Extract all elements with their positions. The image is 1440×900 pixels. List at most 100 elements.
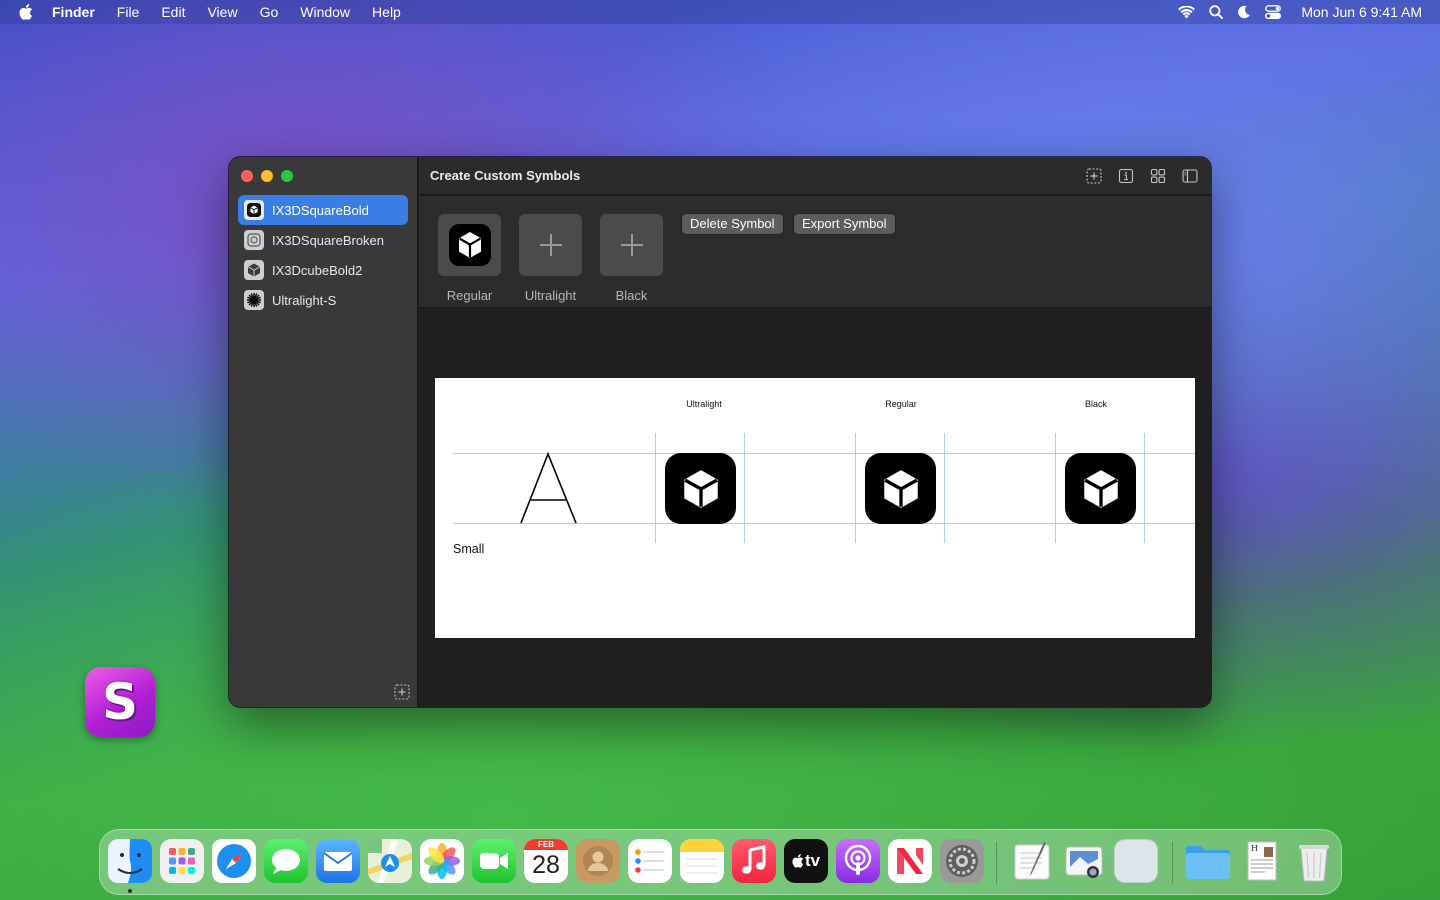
menu-file[interactable]: File (106, 4, 151, 20)
dock-calendar-icon[interactable]: FEB 28 (524, 839, 568, 883)
preview-symbol-regular (865, 453, 936, 524)
calendar-month: FEB (524, 839, 568, 850)
window-titlebar: Create Custom Symbols (419, 157, 1211, 195)
delete-symbol-button[interactable]: Delete Symbol (682, 214, 783, 234)
symbol-item-ix3dcubebold2[interactable]: IX3DcubeBold2 (238, 255, 408, 285)
dock-notes-icon[interactable] (680, 839, 724, 883)
apple-menu-icon[interactable] (0, 4, 52, 20)
symbol-item-ix3dsquarebold[interactable]: IX3DSquareBold (238, 195, 408, 225)
dock-music-icon[interactable] (732, 839, 776, 883)
weight-tile-regular[interactable] (438, 214, 501, 276)
cube-symbol-icon (244, 200, 264, 220)
menu-window[interactable]: Window (289, 4, 361, 20)
cube-symbol-icon (683, 469, 718, 508)
menu-edit[interactable]: Edit (150, 4, 196, 20)
dock-podcasts-icon[interactable] (836, 839, 880, 883)
dock-downloads-folder-icon[interactable] (1184, 839, 1230, 883)
close-button[interactable] (241, 170, 253, 182)
dock-news-icon[interactable] (888, 839, 932, 883)
dock-textedit-icon[interactable] (1010, 839, 1054, 883)
window-controls (241, 170, 293, 182)
create-custom-symbols-window: IX3DSquareBold IX3DSquareBroken IX3Dcube… (229, 157, 1211, 707)
menu-help[interactable]: Help (361, 4, 412, 20)
cube-symbol-icon (883, 469, 918, 508)
running-indicator (128, 889, 132, 893)
dock-document-stack-icon[interactable]: H (1240, 839, 1284, 883)
moon-icon[interactable] (1237, 5, 1251, 19)
menu-go[interactable]: Go (249, 4, 290, 20)
symbol-item-ultralight-s[interactable]: Ultralight-S (238, 285, 408, 315)
preview-symbol-ultralight (665, 453, 736, 524)
zoom-button[interactable] (281, 170, 293, 182)
margin-guide (944, 433, 945, 543)
column-label-ultralight: Ultralight (686, 399, 722, 409)
dock-launchpad-icon[interactable] (160, 839, 204, 883)
menu-bar: Finder File Edit View Go Window Help Mon… (0, 0, 1440, 24)
reference-glyph-a (520, 452, 577, 524)
window-title: Create Custom Symbols (430, 168, 581, 183)
weight-label: Black (615, 288, 648, 303)
weight-slot-ultralight[interactable]: Ultralight (519, 214, 582, 303)
menu-clock[interactable]: Mon Jun 6 9:41 AM (1301, 4, 1422, 20)
tv-label: tv (804, 851, 821, 870)
svg-text:H: H (1251, 844, 1258, 853)
dock-finder-icon[interactable] (108, 839, 152, 883)
dock-trash-icon[interactable] (1292, 839, 1336, 883)
app-menu-finder[interactable]: Finder (52, 4, 106, 20)
weight-slot-black[interactable]: Black (600, 214, 663, 303)
weight-slot-regular[interactable]: Regular (438, 214, 501, 303)
sidebar-toggle-icon[interactable] (1181, 167, 1199, 185)
dock-messages-icon[interactable] (264, 839, 308, 883)
column-label-black: Black (1084, 399, 1108, 409)
dock-safari-icon[interactable] (212, 839, 256, 883)
symbol-item-label: IX3DSquareBold (272, 202, 369, 218)
weight-tile-black[interactable] (600, 214, 663, 276)
symbol-item-ix3dsquarebroken[interactable]: IX3DSquareBroken (238, 225, 408, 255)
export-symbol-button[interactable]: Export Symbol (794, 214, 895, 234)
weight-tile-ultralight[interactable] (519, 214, 582, 276)
dock-preview-icon[interactable] (1062, 839, 1106, 883)
dock-blank-app-icon[interactable] (1114, 839, 1158, 883)
control-center-icon[interactable] (1265, 5, 1282, 19)
dock-tv-icon[interactable]: tv (784, 839, 828, 883)
preview-area: Ultralight Regular Black Small (419, 309, 1211, 707)
dock-maps-icon[interactable] (368, 839, 412, 883)
add-symbol-icon[interactable] (1085, 167, 1103, 185)
margin-guide (1055, 433, 1056, 543)
calendar-day: 28 (532, 851, 560, 879)
titlebar-tools (1085, 167, 1211, 185)
margin-guide (744, 433, 745, 543)
dock-contacts-icon[interactable] (576, 839, 620, 883)
cube-bold-symbol-icon (244, 260, 264, 280)
preview-symbol-black (1065, 453, 1136, 524)
dock-separator (996, 842, 997, 884)
dock-photos-icon[interactable] (420, 839, 464, 883)
dock-mail-icon[interactable] (316, 839, 360, 883)
minimize-button[interactable] (261, 170, 273, 182)
add-symbol-sidebar-icon[interactable] (393, 683, 411, 706)
cube-outline-symbol-icon (244, 230, 264, 250)
menu-view[interactable]: View (196, 4, 248, 20)
symbol-item-label: IX3DSquareBroken (272, 232, 385, 248)
size-label: Small (453, 542, 485, 556)
weight-label: Ultralight (524, 288, 577, 303)
plus-icon (539, 234, 562, 256)
dock-reminders-icon[interactable] (628, 839, 672, 883)
dock-facetime-icon[interactable] (472, 839, 516, 883)
column-label-regular: Regular (885, 399, 917, 409)
wifi-icon[interactable] (1178, 5, 1196, 19)
grid-view-icon[interactable] (1149, 167, 1167, 185)
weight-label: Regular (446, 288, 493, 303)
symbol-item-label: Ultralight-S (272, 292, 337, 308)
info-icon[interactable] (1117, 167, 1135, 185)
dock-system-settings-icon[interactable] (940, 839, 984, 883)
margin-guide (655, 433, 656, 543)
search-icon[interactable] (1209, 5, 1224, 19)
weights-toolbar: Regular Ultralight Black Delete Symbol E… (419, 196, 1211, 308)
dock: FEB 28 tv H (99, 829, 1342, 895)
apple-logo-icon (792, 854, 804, 868)
margin-guide (855, 433, 856, 543)
cube-symbol-icon (1083, 469, 1118, 508)
desktop-app-icon[interactable]: S (85, 667, 155, 737)
plus-icon (620, 234, 643, 256)
